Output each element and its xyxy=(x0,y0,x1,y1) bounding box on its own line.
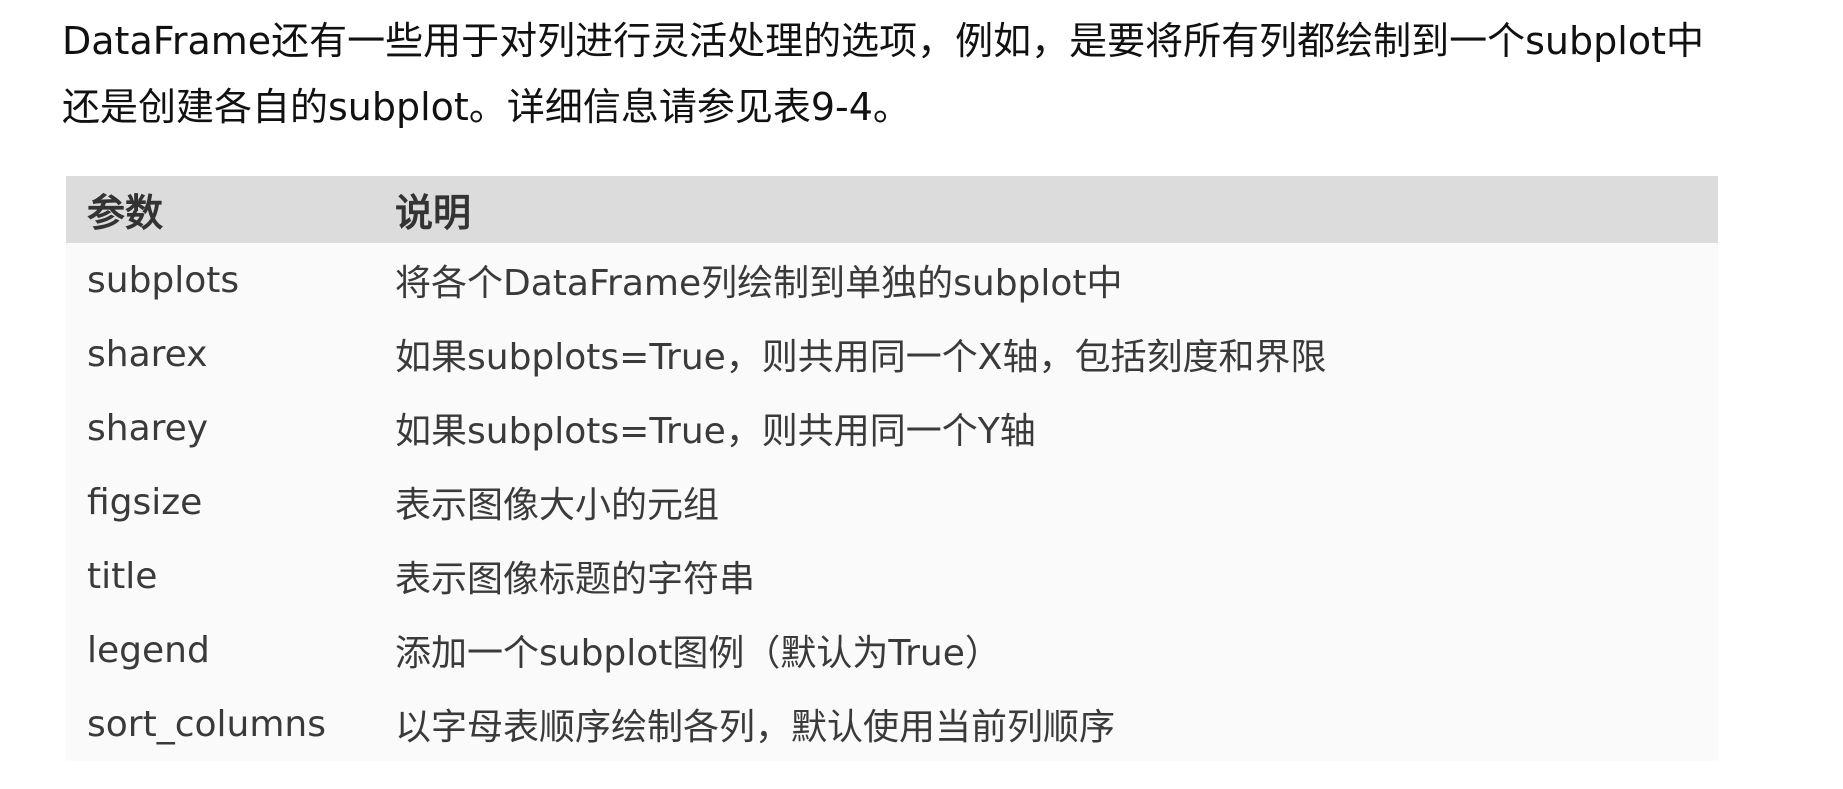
description-cell: 添加一个subplot图例（默认为True） xyxy=(395,633,1001,674)
intro-line-2: 还是创建各自的subplot。详细信息请参见表9-4。 xyxy=(62,85,911,129)
header-description: 说明 xyxy=(395,191,472,235)
param-cell: subplots xyxy=(87,259,240,301)
description-cell: 表示图像标题的字符串 xyxy=(395,559,756,600)
table-row: figsize 表示图像大小的元组 xyxy=(66,465,1718,539)
param-cell: sharex xyxy=(87,333,208,375)
description-cell: 将各个DataFrame列绘制到单独的subplot中 xyxy=(395,263,1123,304)
options-table: 参数 说明 subplots 将各个DataFrame列绘制到单独的subplo… xyxy=(66,176,1718,761)
param-cell: sort_columns xyxy=(87,703,326,745)
param-cell: title xyxy=(87,555,158,597)
intro-line-1: DataFrame还有一些用于对列进行灵活处理的选项，例如，是要将所有列都绘制到… xyxy=(62,19,1704,63)
table-row: title 表示图像标题的字符串 xyxy=(66,539,1718,613)
table-row: legend 添加一个subplot图例（默认为True） xyxy=(66,613,1718,687)
table-row: subplots 将各个DataFrame列绘制到单独的subplot中 xyxy=(66,243,1718,317)
table-row: sort_columns 以字母表顺序绘制各列，默认使用当前列顺序 xyxy=(66,687,1718,761)
param-cell: figsize xyxy=(87,481,203,523)
description-cell: 表示图像大小的元组 xyxy=(395,485,720,526)
param-cell: legend xyxy=(87,629,210,671)
table-row: sharey 如果subplots=True，则共用同一个Y轴 xyxy=(66,391,1718,465)
header-param: 参数 xyxy=(87,191,164,235)
table-row: sharex 如果subplots=True，则共用同一个X轴，包括刻度和界限 xyxy=(66,317,1718,391)
description-cell: 如果subplots=True，则共用同一个Y轴 xyxy=(395,411,1036,452)
description-cell: 如果subplots=True，则共用同一个X轴，包括刻度和界限 xyxy=(395,337,1327,378)
description-cell: 以字母表顺序绘制各列，默认使用当前列顺序 xyxy=(395,707,1116,748)
param-cell: sharey xyxy=(87,407,209,449)
table-header: 参数 说明 xyxy=(66,176,1718,243)
intro-paragraph: DataFrame还有一些用于对列进行灵活处理的选项，例如，是要将所有列都绘制到… xyxy=(62,8,1842,140)
